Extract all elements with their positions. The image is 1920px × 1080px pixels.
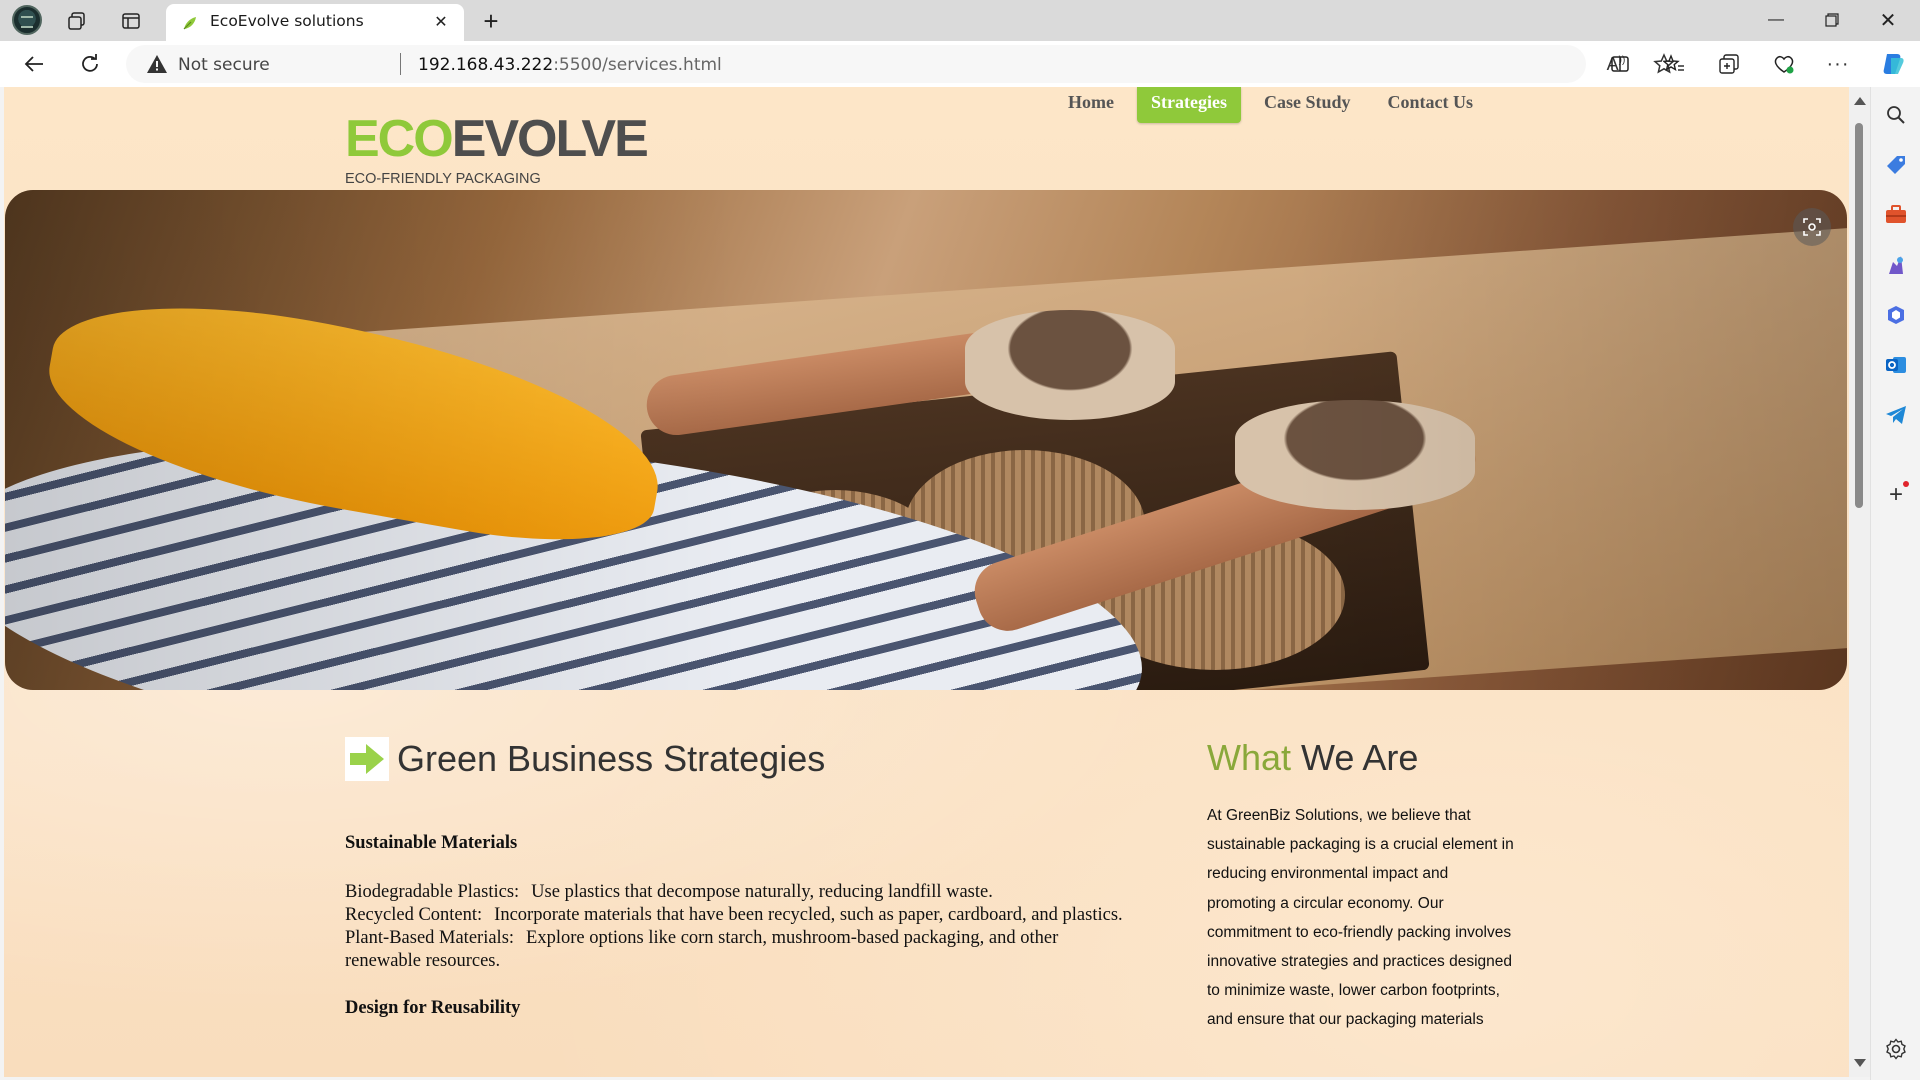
browser-essentials-icon[interactable] [1768,48,1800,80]
leaf-favicon-icon [183,17,196,30]
favorites-list-icon[interactable] [1658,48,1690,80]
tab-title: EcoEvolve solutions [210,12,364,30]
browser-tab[interactable]: EcoEvolve solutions ✕ [166,4,464,41]
collections-icon[interactable] [1713,48,1745,80]
refresh-icon[interactable] [74,48,106,80]
toolbar: Not secure 192.168.43.222:5500/services.… [0,41,1920,87]
hero-shade [5,190,1847,690]
item-text: Incorporate materials that have been rec… [494,905,1123,925]
site-logo[interactable]: ECOEVOLVE [345,109,649,169]
item-label: Biodegradable Plastics: [345,882,520,902]
url-host: 192.168.43.222 [418,55,554,75]
nav-contact-us[interactable]: Contact Us [1374,87,1488,123]
list-item: Biodegradable Plastics: Use plastics that… [345,881,1135,904]
heading-rest: We Are [1291,737,1419,778]
outlook-icon[interactable] [1884,353,1908,377]
scroll-thumb[interactable] [1855,123,1863,508]
more-options-icon[interactable]: ··· [1822,48,1854,80]
strategies-heading: Green Business Strategies [345,737,825,781]
arrow-right-icon [345,737,389,781]
add-sidebar-app-icon[interactable]: + [1884,481,1909,508]
what-we-are-heading: What We Are [1207,737,1418,779]
materials-list: Biodegradable Plastics: Use plastics that… [345,881,1135,973]
site-nav: Home Strategies Case Study Contact Us [1054,87,1496,125]
tab-bar: EcoEvolve solutions ✕ + — ✕ [0,0,1920,41]
edge-sidebar: + [1870,87,1920,1080]
split-screen-icon[interactable] [1604,48,1636,80]
visual-search-icon[interactable] [1793,208,1831,246]
address-divider [400,53,401,75]
shopping-tag-icon[interactable] [1884,153,1908,177]
search-icon[interactable] [1884,103,1908,127]
section-heading: Design for Reusability [345,998,521,1018]
minimize-button[interactable]: — [1748,0,1804,40]
tab-actions-icon[interactable] [116,6,146,36]
url-text[interactable]: 192.168.43.222:5500/services.html [418,55,722,75]
copilot-icon[interactable] [1876,47,1910,81]
strategies-content: Sustainable Materials Biodegradable Plas… [345,832,1135,1046]
item-label: Recycled Content: [345,905,483,925]
workspaces-icon[interactable] [62,6,92,36]
settings-gear-icon[interactable] [1884,1037,1908,1061]
site-tagline: ECO-FRIENDLY PACKAGING [345,171,541,187]
heading-highlight: What [1207,737,1292,778]
restore-button[interactable] [1804,0,1860,40]
list-item: Recycled Content: Incorporate materials t… [345,904,1135,927]
scroll-up-icon[interactable] [1854,97,1866,105]
nav-case-study[interactable]: Case Study [1250,87,1365,123]
profile-avatar[interactable] [12,5,42,35]
item-text: Use plastics that decompose naturally, r… [531,882,993,902]
warning-icon[interactable] [146,54,168,74]
games-icon[interactable] [1884,253,1908,277]
list-item: Plant-Based Materials: Explore options li… [345,927,1135,973]
tools-briefcase-icon[interactable] [1884,203,1908,227]
nav-strategies[interactable]: Strategies [1136,87,1241,123]
url-path: :5500/services.html [553,55,722,75]
hero-image [5,190,1847,690]
scroll-down-icon[interactable] [1854,1059,1866,1067]
page-viewport: Home Strategies Case Study Contact Us EC… [4,87,1849,1077]
not-secure-label[interactable]: Not secure [178,55,270,75]
telegram-icon[interactable] [1884,403,1908,427]
page-scrollbar[interactable] [1849,87,1870,1077]
page-title: Green Business Strategies [397,738,826,779]
close-tab-icon[interactable]: ✕ [428,9,454,35]
back-arrow-icon[interactable] [18,48,50,80]
item-label: Plant-Based Materials: [345,928,515,948]
microsoft-365-icon[interactable] [1884,303,1908,327]
logo-eco: ECO [345,110,454,168]
new-tab-button[interactable]: + [476,6,506,36]
section-heading: Sustainable Materials [345,833,518,853]
what-we-are-text: At GreenBiz Solutions, we believe that s… [1207,807,1514,1029]
nav-home[interactable]: Home [1054,87,1128,123]
logo-evolve: EVOLVE [451,110,649,168]
address-bar[interactable]: Not secure 192.168.43.222:5500/services.… [126,45,1675,83]
close-window-button[interactable]: ✕ [1860,0,1916,40]
